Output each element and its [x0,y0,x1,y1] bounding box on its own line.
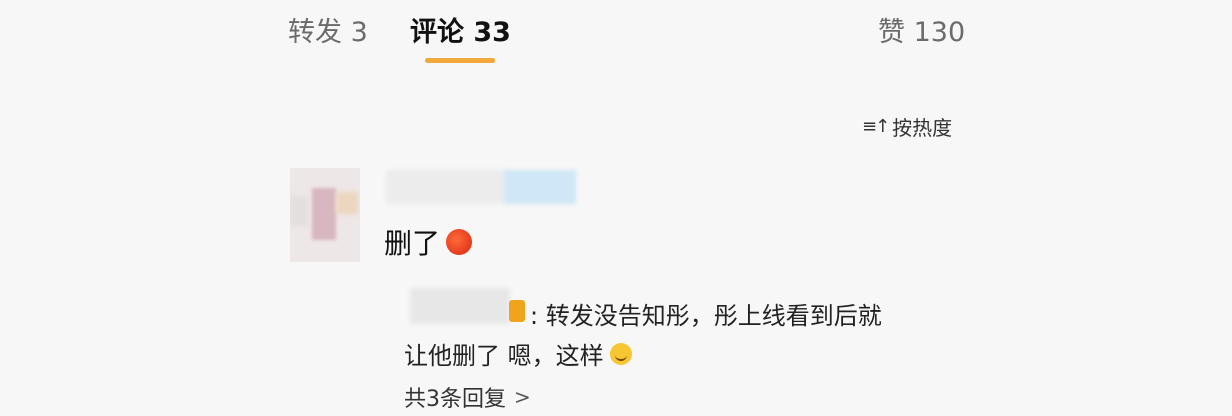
reply-username-blurred [410,288,510,324]
avatar-shape [290,196,308,226]
tab-likes[interactable]: 赞 130 [878,10,965,49]
tab-comments[interactable]: 评论 33 [410,10,511,49]
active-tab-indicator [425,58,495,63]
smile-emoji-icon [609,342,632,365]
chevron-right-icon: > [514,385,531,409]
reply-text-line2-container: 让他删了 嗯，这样 [404,336,632,371]
avatar-shape [336,192,358,214]
username-blurred [386,170,506,204]
username-blurred-highlight [504,170,576,204]
sort-icon: ≡↑ [862,116,890,137]
sort-label: 按热度 [892,116,953,140]
red-face-emoji-icon [446,229,473,255]
vip-badge-icon [509,300,525,322]
avatar[interactable] [290,168,360,262]
sort-by-popularity[interactable]: ≡↑ 按热度 [862,112,952,141]
tab-forward[interactable]: 转发 3 [288,10,368,49]
tab-bar: 转发 3 评论 33 赞 130 [0,0,1232,80]
avatar-shape [312,188,336,240]
reply-text-line2: 让他删了 嗯，这样 [404,342,604,370]
comment-content: 删了 [384,222,473,262]
view-replies-link[interactable]: 共3条回复 > [404,381,531,413]
reply-text-line1: : 转发没告知彤，彤上线看到后就 [530,302,882,330]
comment-text: 删了 [384,227,441,260]
reply-count-label: 共3条回复 [404,387,506,412]
